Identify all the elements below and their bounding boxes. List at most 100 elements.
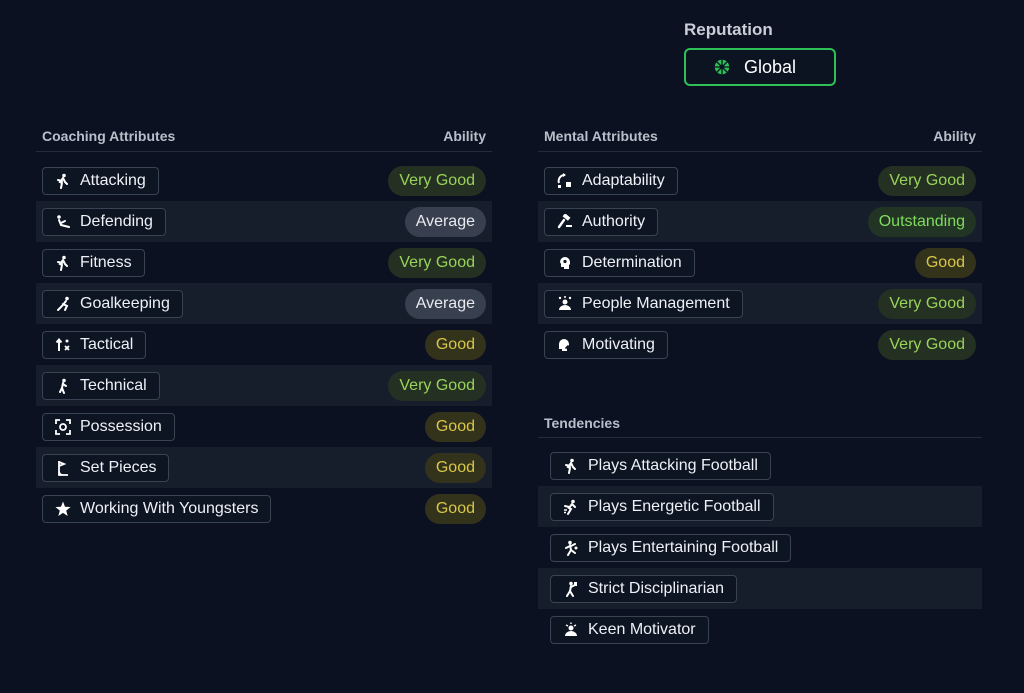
motivate-icon bbox=[557, 337, 573, 353]
attribute-label: Strict Disciplinarian bbox=[588, 579, 725, 597]
globe-icon bbox=[714, 59, 730, 75]
list-item: Tactical Good bbox=[36, 324, 492, 365]
coaching-chip-attacking[interactable]: Attacking bbox=[42, 166, 159, 195]
tendencies-chip-plays-entertaining-football[interactable]: Plays Entertaining Football bbox=[550, 533, 792, 562]
energetic-icon bbox=[563, 499, 579, 515]
coaching-ability-header: Ability bbox=[443, 127, 486, 144]
reputation-label: Reputation bbox=[684, 20, 773, 39]
head-icon bbox=[557, 255, 573, 271]
attribute-label: Authority bbox=[582, 212, 646, 230]
mental-header: Mental Attributes Ability bbox=[538, 120, 982, 152]
coaching-chip-defending[interactable]: Defending bbox=[42, 207, 166, 236]
list-item: Adaptability Very Good bbox=[538, 160, 982, 201]
attribute-label: Fitness bbox=[80, 253, 132, 271]
list-item: Strict Disciplinarian bbox=[538, 568, 982, 609]
tendencies-chip-plays-energetic-football[interactable]: Plays Energetic Football bbox=[550, 492, 774, 521]
coaching-chip-technical[interactable]: Technical bbox=[42, 371, 160, 400]
list-item: Attacking Very Good bbox=[36, 160, 492, 201]
mental-ability-header: Ability bbox=[933, 127, 976, 144]
mental-chip-authority[interactable]: Authority bbox=[544, 207, 659, 236]
goalkeeper-icon bbox=[55, 296, 71, 312]
ability-badge: Very Good bbox=[388, 370, 486, 401]
list-item: Set Pieces Good bbox=[36, 447, 492, 488]
ability-badge: Good bbox=[424, 452, 486, 483]
list-item: Working With Youngsters Good bbox=[36, 488, 492, 529]
coaching-chip-fitness[interactable]: Fitness bbox=[42, 248, 145, 277]
ability-badge: Good bbox=[914, 247, 976, 278]
tendencies-header: Tendencies bbox=[538, 408, 982, 438]
mental-title: Mental Attributes bbox=[544, 127, 658, 144]
dribble-icon bbox=[55, 378, 71, 394]
tendencies-panel: Tendencies Plays Attacking Football Plays… bbox=[538, 408, 982, 650]
coaching-header: Coaching Attributes Ability bbox=[36, 120, 492, 152]
list-item: Technical Very Good bbox=[36, 365, 492, 406]
ability-badge: Very Good bbox=[388, 165, 486, 196]
attribute-label: Motivating bbox=[582, 335, 655, 353]
corner-flag-icon bbox=[55, 460, 71, 476]
tendencies-chip-keen-motivator[interactable]: Keen Motivator bbox=[550, 615, 709, 644]
ability-badge: Very Good bbox=[878, 165, 976, 196]
tendencies-list: Plays Attacking Football Plays Energetic … bbox=[538, 445, 982, 650]
tactics-icon bbox=[55, 337, 71, 353]
coaching-chip-set-pieces[interactable]: Set Pieces bbox=[42, 453, 170, 482]
discipline-icon bbox=[563, 581, 579, 597]
mental-chip-people-management[interactable]: People Management bbox=[544, 289, 743, 318]
reputation-value: Global bbox=[744, 56, 797, 77]
motivator-icon bbox=[563, 622, 579, 638]
attribute-label: Plays Attacking Football bbox=[588, 456, 758, 474]
attribute-label: Attacking bbox=[80, 171, 146, 189]
adapt-icon bbox=[557, 172, 573, 189]
list-item: Goalkeeping Average bbox=[36, 283, 492, 324]
attribute-label: Possession bbox=[80, 417, 162, 435]
coaching-chip-goalkeeping[interactable]: Goalkeeping bbox=[42, 289, 183, 318]
list-item: Plays Energetic Football bbox=[538, 486, 982, 527]
runner-icon bbox=[55, 255, 71, 271]
ability-badge: Good bbox=[424, 329, 486, 360]
coaching-list: Attacking Very Good Defending Average Fitnes… bbox=[36, 160, 492, 529]
gavel-icon bbox=[557, 213, 573, 230]
tendencies-chip-strict-disciplinarian[interactable]: Strict Disciplinarian bbox=[550, 574, 738, 603]
list-item: Plays Entertaining Football bbox=[538, 527, 982, 568]
list-item: Defending Average bbox=[36, 201, 492, 242]
list-item: Keen Motivator bbox=[538, 609, 982, 650]
attribute-label: Working With Youngsters bbox=[80, 499, 259, 517]
attribute-label: People Management bbox=[582, 294, 730, 312]
tendencies-chip-plays-attacking-football[interactable]: Plays Attacking Football bbox=[550, 451, 771, 480]
coaching-chip-working-with-youngsters[interactable]: Working With Youngsters bbox=[42, 494, 272, 523]
attribute-label: Adaptability bbox=[582, 171, 665, 189]
coaching-chip-tactical[interactable]: Tactical bbox=[42, 330, 147, 359]
reputation-section: Reputation Global bbox=[684, 20, 836, 86]
list-item: Plays Attacking Football bbox=[538, 445, 982, 486]
list-item: Fitness Very Good bbox=[36, 242, 492, 283]
attribute-label: Goalkeeping bbox=[80, 294, 170, 312]
attribute-label: Plays Energetic Football bbox=[588, 497, 761, 515]
list-item: Determination Good bbox=[538, 242, 982, 283]
mental-chip-motivating[interactable]: Motivating bbox=[544, 330, 668, 359]
ability-badge: Good bbox=[424, 411, 486, 442]
coaching-chip-possession[interactable]: Possession bbox=[42, 412, 175, 441]
mental-chip-adaptability[interactable]: Adaptability bbox=[544, 166, 678, 195]
ability-badge: Good bbox=[424, 493, 486, 524]
attribute-label: Tactical bbox=[80, 335, 134, 353]
attribute-label: Determination bbox=[582, 253, 682, 271]
entertain-icon bbox=[563, 540, 579, 556]
mental-chip-determination[interactable]: Determination bbox=[544, 248, 695, 277]
attribute-label: Defending bbox=[80, 212, 153, 230]
ability-badge: Average bbox=[404, 288, 486, 319]
coaching-title: Coaching Attributes bbox=[42, 127, 176, 144]
mental-attributes-panel: Mental Attributes Ability Adaptability Ve… bbox=[538, 120, 982, 365]
list-item: Authority Outstanding bbox=[538, 201, 982, 242]
mental-list: Adaptability Very Good Authority Outstandin… bbox=[538, 160, 982, 365]
list-item: People Management Very Good bbox=[538, 283, 982, 324]
slide-tackle-icon bbox=[55, 214, 71, 230]
attribute-label: Technical bbox=[80, 376, 147, 394]
attribute-label: Set Pieces bbox=[80, 458, 157, 476]
list-item: Possession Good bbox=[36, 406, 492, 447]
ability-badge: Outstanding bbox=[867, 206, 976, 237]
ability-badge: Very Good bbox=[878, 329, 976, 360]
runner-icon bbox=[563, 458, 579, 474]
ability-badge: Average bbox=[404, 206, 486, 237]
reputation-value-box[interactable]: Global bbox=[684, 48, 836, 86]
people-icon bbox=[557, 295, 573, 312]
coaching-attributes-panel: Coaching Attributes Ability Attacking Ver… bbox=[36, 120, 492, 529]
